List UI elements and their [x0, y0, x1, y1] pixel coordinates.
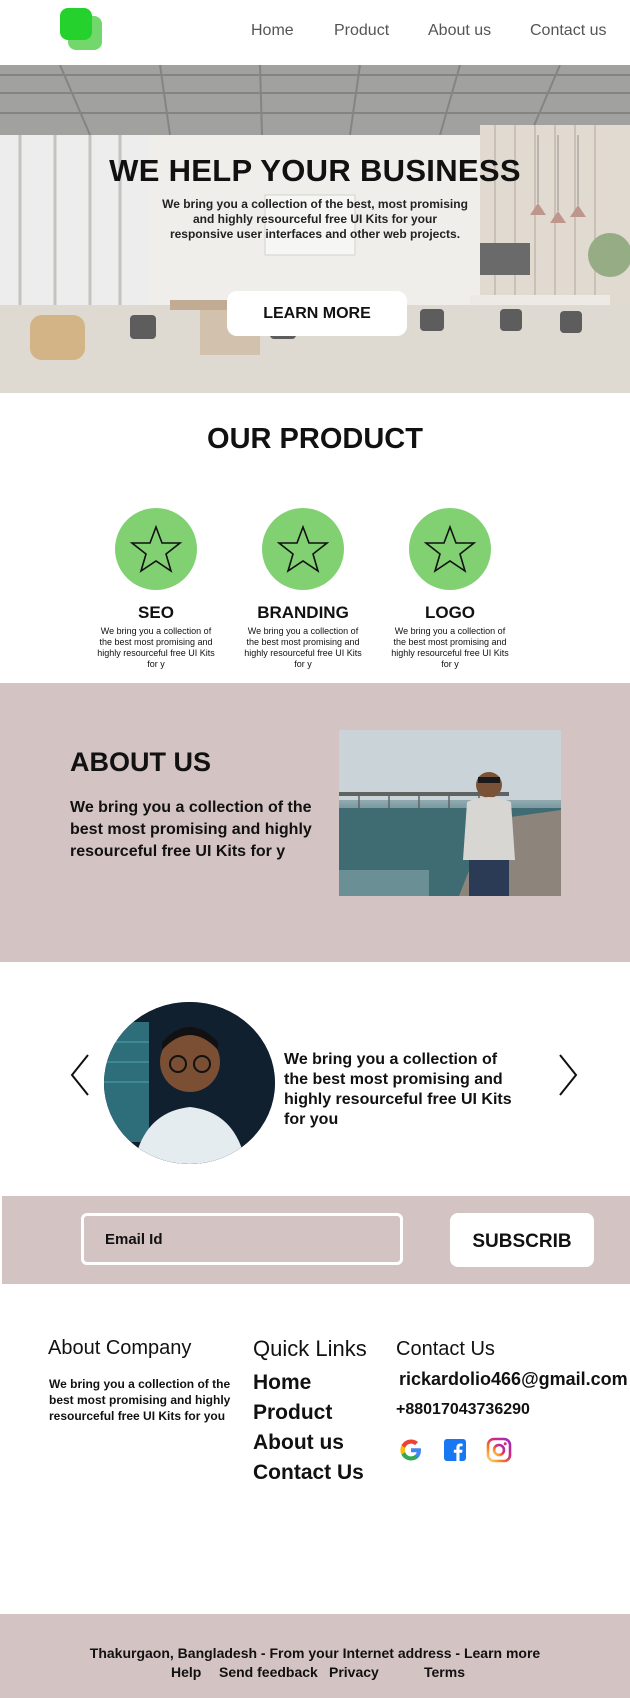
product-card-logo[interactable]: LOGO We bring you a collection of the be…	[385, 508, 515, 670]
product-icon-circle	[409, 508, 491, 590]
about-photo	[339, 730, 561, 896]
about-title: ABOUT US	[70, 747, 211, 777]
footer-link-product[interactable]: Product	[253, 1401, 332, 1425]
nav-link-contact[interactable]: Contact us	[530, 22, 606, 40]
logo[interactable]	[60, 8, 104, 50]
footer-about-title: About Company	[48, 1337, 192, 1359]
riverside-man-photo	[339, 730, 561, 896]
footer-links-title: Quick Links	[253, 1336, 367, 1361]
contact-phone: +88017043736290	[396, 1401, 530, 1418]
product-icon-circle	[115, 508, 197, 590]
nav-link-product[interactable]: Product	[334, 22, 389, 40]
footer-link-home[interactable]: Home	[253, 1371, 311, 1395]
product-description: We bring you a collection of the best mo…	[391, 626, 509, 669]
footer-link-about[interactable]: About us	[253, 1431, 344, 1455]
hero-banner: WE HELP YOUR BUSINESS We bring you a col…	[0, 65, 630, 393]
contact-email[interactable]: rickardolio466@gmail.com	[399, 1369, 628, 1390]
facebook-icon[interactable]	[441, 1436, 469, 1464]
star-icon	[276, 524, 330, 573]
hero-text: We bring you a collection of the best, m…	[162, 197, 468, 241]
privacy-link[interactable]: Privacy	[329, 1664, 379, 1680]
terms-link[interactable]: Terms	[424, 1664, 465, 1680]
products-title: OUR PRODUCT	[207, 423, 423, 455]
product-card-branding[interactable]: BRANDING We bring you a collection of th…	[238, 508, 368, 670]
testimonial-text: We bring you a collection of the best mo…	[284, 1051, 512, 1128]
chevron-left-icon[interactable]	[68, 1052, 92, 1098]
product-icon-circle	[262, 508, 344, 590]
product-name: LOGO	[424, 603, 476, 622]
logo-front-square	[60, 8, 92, 40]
product-name: SEO	[138, 603, 174, 622]
footer-contact-title: Contact Us	[396, 1338, 495, 1360]
avatar	[104, 1002, 275, 1164]
star-icon	[423, 524, 477, 573]
product-card-seo[interactable]: SEO We bring you a collection of the bes…	[91, 508, 221, 670]
google-icon[interactable]	[397, 1436, 425, 1464]
email-input[interactable]	[81, 1213, 403, 1265]
top-navbar: Home Product About us Contact us	[0, 0, 630, 65]
instagram-icon[interactable]	[485, 1436, 513, 1464]
subscribe-bar: SUBSCRIB	[2, 1196, 630, 1284]
location-line: Thakurgaon, Bangladesh - From your Inter…	[89, 1645, 541, 1661]
product-description: We bring you a collection of the best mo…	[97, 626, 215, 669]
chevron-right-icon[interactable]	[556, 1052, 580, 1098]
footer-about-text: We bring you a collection of the best mo…	[49, 1377, 231, 1423]
product-name: BRANDING	[257, 603, 349, 622]
about-section: ABOUT US We bring you a collection of th…	[0, 683, 630, 962]
about-text: We bring you a collection of the best mo…	[70, 799, 312, 860]
testimonial-section: We bring you a collection of the best mo…	[0, 962, 630, 1196]
portrait-photo	[104, 1002, 275, 1164]
nav-link-home[interactable]: Home	[251, 22, 294, 40]
subscribe-button[interactable]: SUBSCRIB	[450, 1213, 594, 1267]
send-feedback-link[interactable]: Send feedback	[219, 1664, 318, 1680]
bottom-bar: Thakurgaon, Bangladesh - From your Inter…	[0, 1614, 630, 1698]
hero-title: WE HELP YOUR BUSINESS	[109, 153, 521, 188]
learn-more-button[interactable]: LEARN MORE	[227, 291, 407, 336]
star-icon	[129, 524, 183, 573]
nav-link-about[interactable]: About us	[428, 22, 491, 40]
footer-link-contact[interactable]: Contact Us	[253, 1461, 364, 1485]
help-link[interactable]: Help	[171, 1664, 201, 1680]
product-description: We bring you a collection of the best mo…	[244, 626, 362, 669]
